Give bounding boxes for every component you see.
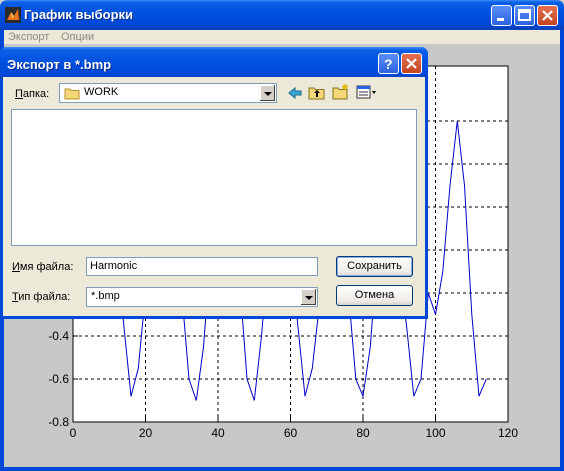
- folder-value: WORK: [84, 86, 119, 98]
- close-button[interactable]: [537, 5, 558, 26]
- x-tick-label: 0: [70, 426, 77, 440]
- filetype-value: *.bmp: [91, 290, 120, 302]
- y-tick-label: -0.8: [48, 415, 69, 429]
- filename-label: Имя файла:: [12, 261, 74, 273]
- chevron-down-icon[interactable]: [259, 85, 275, 101]
- view-menu-icon[interactable]: [356, 85, 378, 100]
- window-title: График выборки: [24, 7, 134, 22]
- window-border-bottom: [0, 467, 564, 471]
- x-tick-label: 40: [211, 426, 225, 440]
- y-tick-label: -0.6: [48, 372, 69, 386]
- export-dialog: Экспорт в *.bmp ? Папка: WORK Имя файла:…: [0, 47, 428, 319]
- svg-text:?: ?: [384, 56, 393, 72]
- maximize-button[interactable]: [514, 5, 535, 26]
- menu-bar: Экспорт Опции: [4, 30, 560, 44]
- help-icon: ?: [384, 56, 393, 72]
- cancel-button[interactable]: Отмена: [336, 285, 413, 306]
- folder-combobox[interactable]: WORK: [59, 83, 277, 103]
- filetype-combobox[interactable]: *.bmp: [86, 287, 318, 307]
- x-tick-label: 60: [284, 426, 298, 440]
- close-icon: [406, 58, 417, 69]
- maximize-icon: [518, 9, 531, 21]
- close-icon: [542, 10, 553, 21]
- new-folder-icon[interactable]: [332, 83, 350, 100]
- menu-options[interactable]: Опции: [61, 31, 94, 43]
- minimize-button[interactable]: [491, 5, 512, 26]
- x-tick-label: 20: [139, 426, 153, 440]
- dialog-close-button[interactable]: [401, 53, 422, 74]
- help-button[interactable]: ?: [378, 53, 399, 74]
- back-icon[interactable]: [287, 85, 303, 101]
- main-window: 0 20 40 60 80 100 120 -0.4 -0.6 -0.8 График выбор…: [0, 0, 564, 471]
- chevron-down-icon[interactable]: [300, 289, 316, 305]
- dialog-titlebar[interactable]: Экспорт в *.bmp ?: [0, 47, 428, 79]
- window-border-right: [560, 30, 564, 471]
- minimize-icon: [497, 18, 504, 21]
- filetype-label: Тип файла:: [12, 291, 71, 303]
- folder-label: Папка:: [15, 88, 50, 100]
- folder-icon: [64, 88, 80, 100]
- y-tick-label: -0.4: [48, 329, 69, 343]
- main-titlebar[interactable]: График выборки: [0, 0, 564, 30]
- x-tick-label: 100: [425, 426, 445, 440]
- up-folder-icon[interactable]: [308, 84, 326, 100]
- matlab-icon: [5, 7, 21, 23]
- x-tick-label: 80: [356, 426, 370, 440]
- dialog-title: Экспорт в *.bmp: [7, 57, 112, 72]
- file-list[interactable]: [11, 109, 417, 246]
- save-button[interactable]: Сохранить: [336, 256, 413, 277]
- menu-export[interactable]: Экспорт: [8, 31, 49, 43]
- filename-input[interactable]: Harmonic: [86, 257, 318, 276]
- dialog-body: Папка: WORK Имя файла: Harmonic Сохранит…: [3, 77, 425, 316]
- x-tick-label: 120: [498, 426, 518, 440]
